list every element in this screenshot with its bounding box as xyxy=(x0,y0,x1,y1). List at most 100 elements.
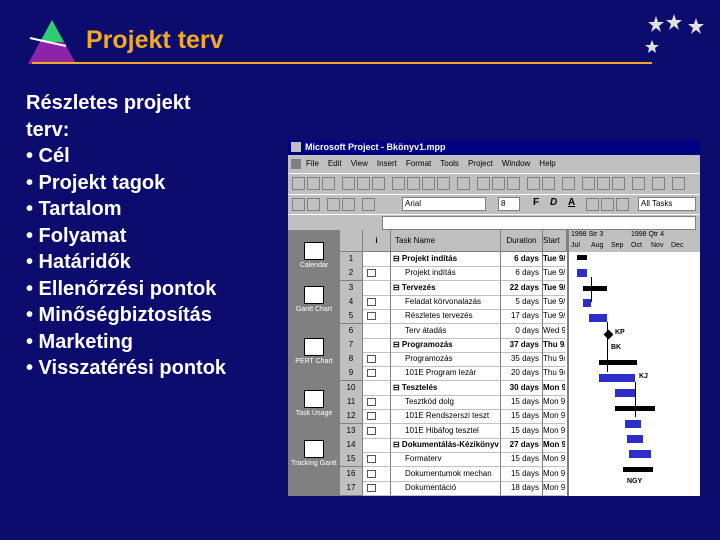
task-bar[interactable] xyxy=(625,420,641,428)
task-name-cell[interactable]: 101E Program lezár xyxy=(391,366,501,382)
align-right-icon[interactable] xyxy=(616,198,629,211)
duration-cell[interactable]: 15 days xyxy=(501,466,543,482)
task-name-cell[interactable]: ⊟ Projekt indítás xyxy=(391,252,501,267)
row-number[interactable]: 4 xyxy=(340,294,363,310)
row-number[interactable]: 2 xyxy=(340,266,363,282)
gantt-wizard-icon[interactable] xyxy=(652,177,665,190)
start-cell[interactable]: Mon 9/ xyxy=(543,381,565,396)
start-cell[interactable]: Mon 9/ xyxy=(543,467,565,482)
task-name-cell[interactable]: Formaterv xyxy=(391,452,501,468)
task-name-cell[interactable]: Dokumentáció xyxy=(391,480,501,496)
task-name-cell[interactable]: Projekt indítás xyxy=(391,266,501,282)
task-name-header[interactable]: Task Name xyxy=(391,230,501,252)
row-number[interactable]: 10 xyxy=(340,380,363,396)
row-number[interactable]: 11 xyxy=(340,395,363,410)
preview-icon[interactable] xyxy=(357,177,370,190)
copy-icon[interactable] xyxy=(407,177,420,190)
entry-field[interactable] xyxy=(382,216,696,230)
duration-cell[interactable]: 5 days xyxy=(501,294,543,310)
row-number[interactable]: 7 xyxy=(340,337,363,353)
assign-resources-icon[interactable] xyxy=(562,177,575,190)
task-name-cell[interactable]: Tesztkód dolg xyxy=(391,395,501,410)
start-cell[interactable]: Mon 9/ xyxy=(543,438,565,453)
filter-select[interactable]: All Tasks xyxy=(638,197,696,211)
goto-task-icon[interactable] xyxy=(612,177,625,190)
task-bar[interactable] xyxy=(589,314,607,322)
duration-cell[interactable]: 15 days xyxy=(501,452,543,468)
milestone-marker[interactable] xyxy=(603,329,614,340)
view-calendar[interactable]: Calendar xyxy=(288,242,340,270)
start-cell[interactable]: Thu 9/ xyxy=(543,338,565,353)
save-icon[interactable] xyxy=(322,177,335,190)
task-bar[interactable] xyxy=(577,269,587,277)
duration-cell[interactable]: 30 days xyxy=(501,380,543,396)
task-bar[interactable] xyxy=(629,450,651,458)
underline-icon[interactable]: A xyxy=(568,197,575,208)
show-icon[interactable] xyxy=(362,198,375,211)
row-number[interactable]: 1 xyxy=(340,252,363,267)
duration-cell[interactable]: 6 days xyxy=(501,266,543,282)
duration-cell[interactable]: 6 days xyxy=(501,252,543,267)
duration-cell[interactable]: 27 days xyxy=(501,437,543,453)
row-number[interactable]: 5 xyxy=(340,309,363,325)
row-number[interactable]: 3 xyxy=(340,280,363,296)
duration-cell[interactable]: 20 days xyxy=(501,366,543,382)
task-name-cell[interactable]: ⊟ Tesztelés xyxy=(391,380,501,396)
task-name-cell[interactable]: ⊟ Programozás xyxy=(391,337,501,353)
note-icon[interactable] xyxy=(367,426,376,435)
menu-edit[interactable]: Edit xyxy=(328,159,342,168)
duration-cell[interactable]: 15 days xyxy=(501,395,543,410)
duration-cell[interactable]: 22 days xyxy=(501,280,543,296)
task-bar[interactable] xyxy=(627,435,643,443)
notes-icon[interactable] xyxy=(542,177,555,190)
indent-icon[interactable] xyxy=(307,198,320,211)
info-column-header[interactable]: i xyxy=(363,230,391,252)
note-icon[interactable] xyxy=(367,455,376,464)
help-icon[interactable] xyxy=(672,177,685,190)
task-bar[interactable] xyxy=(599,374,635,382)
task-name-cell[interactable]: ⊟ Dokumentálás-Kézikönyv xyxy=(391,437,501,453)
task-name-cell[interactable]: Feladat körvonalazás xyxy=(391,294,501,310)
row-number[interactable]: 6 xyxy=(340,323,363,339)
task-bar[interactable] xyxy=(583,299,591,307)
start-cell[interactable]: Tue 9/ xyxy=(543,266,565,282)
view-pert[interactable]: PERT Chart xyxy=(288,338,340,366)
view-gantt[interactable]: Gantt Chart xyxy=(288,286,340,314)
row-number[interactable]: 15 xyxy=(340,452,363,468)
duration-cell[interactable]: 17 days xyxy=(501,309,543,325)
copy-picture-icon[interactable] xyxy=(632,177,645,190)
start-cell[interactable]: Wed 9/ xyxy=(543,324,565,339)
document-icon[interactable] xyxy=(291,158,301,169)
start-cell[interactable]: Mon 9/ xyxy=(543,481,565,496)
note-icon[interactable] xyxy=(367,312,376,321)
menu-format[interactable]: Format xyxy=(406,159,431,168)
duration-cell[interactable]: 15 days xyxy=(501,423,543,439)
task-bar[interactable] xyxy=(615,389,635,397)
font-size-select[interactable]: 8 xyxy=(498,197,520,211)
zoom-out-icon[interactable] xyxy=(597,177,610,190)
task-info-icon[interactable] xyxy=(527,177,540,190)
start-cell[interactable]: Thu 9/ xyxy=(543,352,565,368)
duration-header[interactable]: Duration xyxy=(501,230,543,252)
new-icon[interactable] xyxy=(292,177,305,190)
task-name-cell[interactable]: Terv átadás xyxy=(391,323,501,339)
task-name-cell[interactable]: Dokumentumok mechan xyxy=(391,466,501,482)
split-icon[interactable] xyxy=(507,177,520,190)
menu-project[interactable]: Project xyxy=(468,159,493,168)
start-cell[interactable]: Tue 9/ xyxy=(543,281,565,296)
menu-tools[interactable]: Tools xyxy=(440,159,459,168)
bold-icon[interactable]: F xyxy=(533,197,539,208)
align-center-icon[interactable] xyxy=(601,198,614,211)
note-icon[interactable] xyxy=(367,297,376,306)
paste-icon[interactable] xyxy=(422,177,435,190)
duration-cell[interactable]: 15 days xyxy=(501,409,543,425)
menu-insert[interactable]: Insert xyxy=(377,159,397,168)
start-cell[interactable]: Mon 9/ xyxy=(543,409,565,425)
print-icon[interactable] xyxy=(342,177,355,190)
link-icon[interactable] xyxy=(477,177,490,190)
duration-cell[interactable]: 18 days xyxy=(501,480,543,496)
duration-cell[interactable]: 37 days xyxy=(501,337,543,353)
note-icon[interactable] xyxy=(367,469,376,478)
note-icon[interactable] xyxy=(367,269,376,278)
menu-help[interactable]: Help xyxy=(539,159,555,168)
